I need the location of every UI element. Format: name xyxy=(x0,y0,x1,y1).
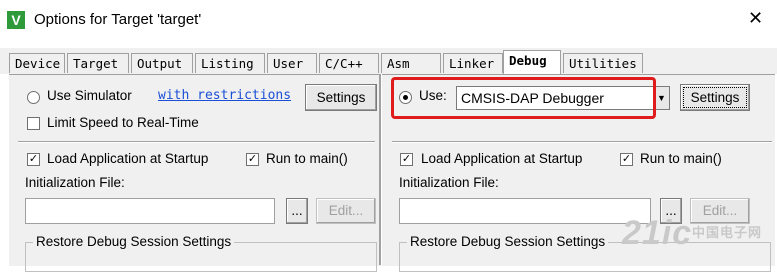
tab-user[interactable]: User xyxy=(267,53,317,73)
left-init-file-label: Initialization File: xyxy=(25,175,125,190)
right-load-app-label: Load Application at Startup xyxy=(421,151,583,166)
limit-speed-checkbox[interactable] xyxy=(27,117,40,130)
right-run-to-main-checkbox[interactable]: ✓ xyxy=(620,153,633,166)
right-run-to-main-label: Run to main() xyxy=(640,151,722,166)
right-init-file-input[interactable] xyxy=(399,198,651,224)
debugger-settings-button[interactable]: Settings xyxy=(680,84,750,111)
left-restore-settings-title: Restore Debug Session Settings xyxy=(33,234,235,249)
with-restrictions-link[interactable]: with restrictions xyxy=(158,88,291,103)
right-separator xyxy=(392,141,772,143)
left-edit-button[interactable]: Edit... xyxy=(316,198,376,224)
left-load-app-checkbox[interactable]: ✓ xyxy=(27,153,40,166)
use-simulator-radio[interactable] xyxy=(27,91,40,104)
right-load-app-checkbox[interactable]: ✓ xyxy=(400,153,413,166)
title-bar: V Options for Target 'target' ✕ xyxy=(0,0,777,40)
left-browse-button[interactable]: ... xyxy=(286,198,308,224)
left-run-to-main-label: Run to main() xyxy=(266,151,348,166)
tab-listing[interactable]: Listing xyxy=(195,53,265,73)
watermark-logo: 21ic 中国电子网 xyxy=(622,214,772,264)
tab-c-cpp[interactable]: C/C++ xyxy=(319,53,379,73)
tab-output[interactable]: Output xyxy=(131,53,193,73)
keil-app-icon: V xyxy=(7,11,25,29)
column-divider xyxy=(379,74,382,265)
tab-utilities[interactable]: Utilities xyxy=(563,53,643,73)
window-title: Options for Target 'target' xyxy=(34,11,202,28)
watermark-text: 21ic xyxy=(622,214,693,252)
highlight-annotation xyxy=(391,77,656,119)
use-simulator-label: Use Simulator xyxy=(47,88,132,103)
tab-device[interactable]: Device xyxy=(9,53,65,73)
tab-asm[interactable]: Asm xyxy=(381,53,441,73)
right-init-file-label: Initialization File: xyxy=(399,175,499,190)
right-restore-settings-title: Restore Debug Session Settings xyxy=(407,234,609,249)
tab-debug[interactable]: Debug xyxy=(503,50,561,74)
tab-target[interactable]: Target xyxy=(67,53,129,73)
left-init-file-input[interactable] xyxy=(25,198,275,224)
left-load-app-label: Load Application at Startup xyxy=(47,151,209,166)
left-separator xyxy=(18,141,375,143)
limit-speed-label: Limit Speed to Real-Time xyxy=(47,115,199,130)
left-run-to-main-checkbox[interactable]: ✓ xyxy=(246,153,259,166)
tab-bar: Device Target Output Listing User C/C++ … xyxy=(0,48,777,74)
watermark-subtext: 中国电子网 xyxy=(692,225,763,240)
tab-linker[interactable]: Linker xyxy=(443,53,503,73)
simulator-settings-button[interactable]: Settings xyxy=(305,84,377,111)
close-icon[interactable]: ✕ xyxy=(748,8,763,29)
